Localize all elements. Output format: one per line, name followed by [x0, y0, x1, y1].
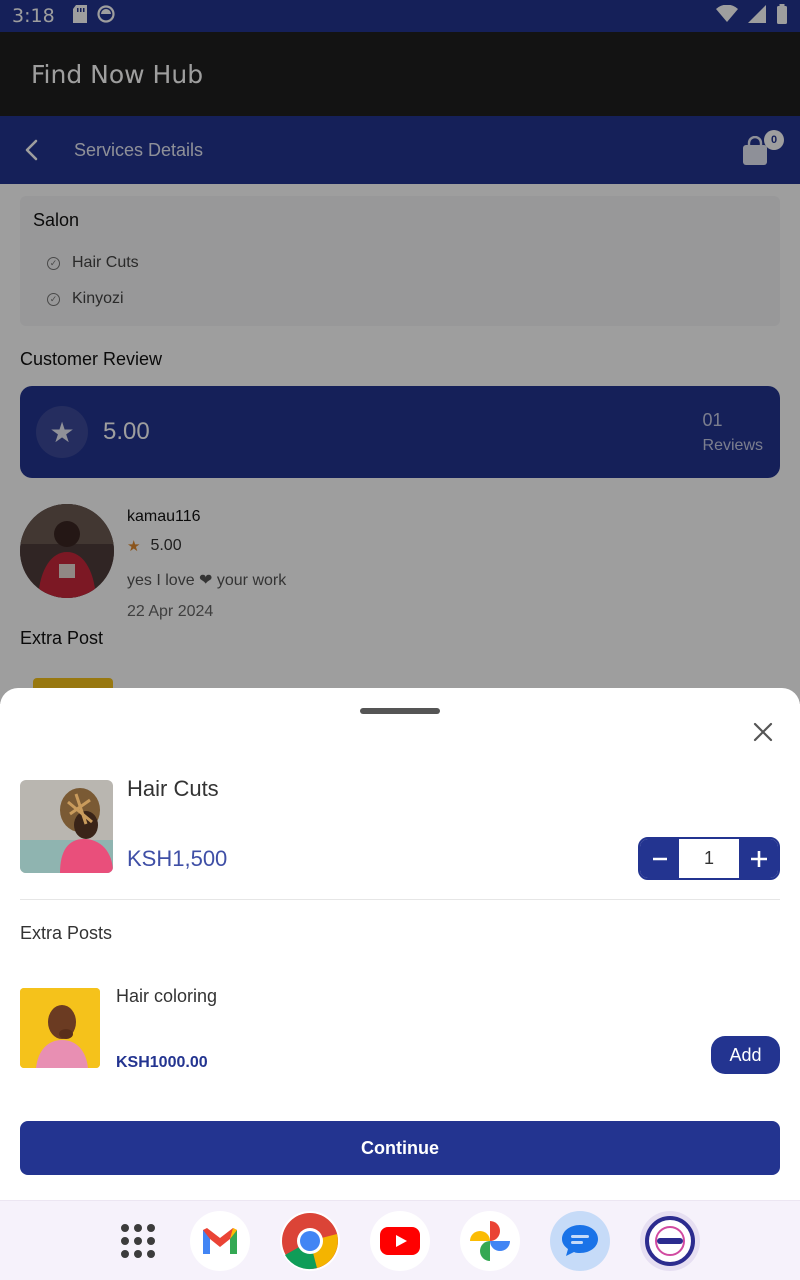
- close-button[interactable]: [750, 719, 776, 745]
- extra-item-name: Hair coloring: [116, 986, 218, 1006]
- findnow-app-icon[interactable]: [640, 1211, 700, 1271]
- plus-icon: [750, 850, 767, 867]
- divider: [20, 899, 780, 900]
- sheet-item-price: KSH1,500: [127, 846, 228, 871]
- add-extra-button[interactable]: Add: [711, 1036, 780, 1074]
- extra-posts-title: Extra Posts: [20, 923, 113, 943]
- sheet-drag-handle[interactable]: [360, 708, 440, 714]
- extra-item-thumbnail: [20, 988, 100, 1068]
- modal-scrim[interactable]: [0, 0, 800, 704]
- close-icon: [753, 722, 773, 742]
- app-drawer-icon[interactable]: [108, 1211, 168, 1271]
- continue-button[interactable]: Continue: [20, 1121, 780, 1175]
- bottom-sheet: Hair Cuts KSH1,500 1 Extra Posts Hair co…: [0, 688, 800, 1200]
- messages-icon[interactable]: [550, 1211, 610, 1271]
- decrement-button[interactable]: [640, 839, 679, 878]
- photos-icon[interactable]: [460, 1211, 520, 1271]
- service-thumbnail: [20, 780, 113, 873]
- increment-button[interactable]: [739, 839, 778, 878]
- minus-icon: [652, 857, 667, 860]
- gmail-icon[interactable]: [190, 1211, 250, 1271]
- quantity-stepper: 1: [638, 837, 780, 880]
- extra-item-price: KSH1000.00: [116, 1054, 208, 1071]
- app-dock: [0, 1200, 800, 1280]
- quantity-field[interactable]: 1: [679, 839, 739, 878]
- sheet-item-name: Hair Cuts: [127, 776, 219, 801]
- youtube-icon[interactable]: [370, 1211, 430, 1271]
- chrome-icon[interactable]: [280, 1211, 340, 1271]
